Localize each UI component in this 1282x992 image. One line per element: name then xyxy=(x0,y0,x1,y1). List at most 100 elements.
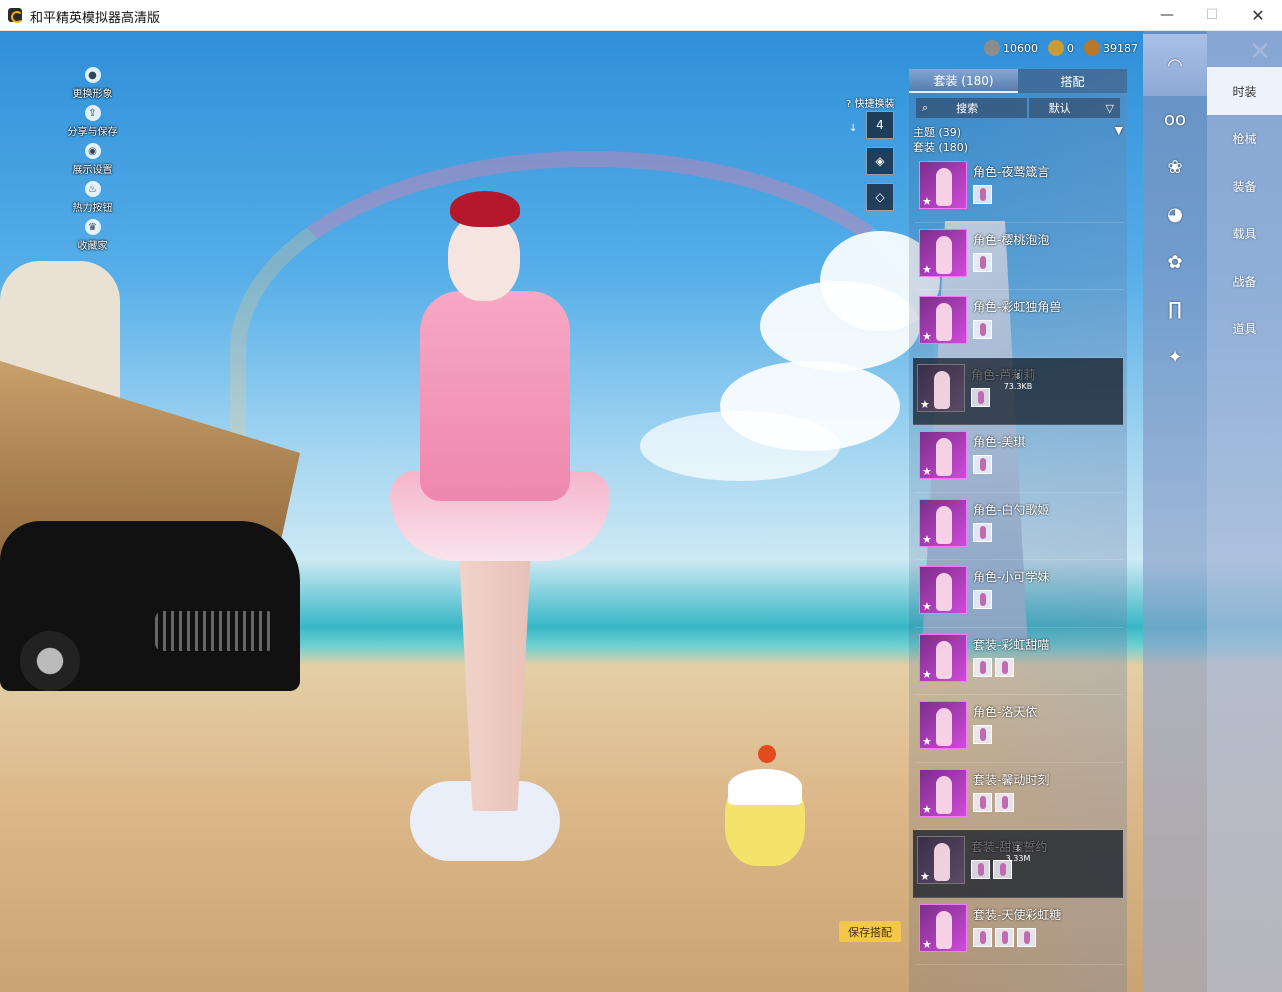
car-wheel-decor xyxy=(20,631,80,691)
quick-slot-emblem-button[interactable]: ◈ xyxy=(866,147,894,175)
necklace-icon: ❀ xyxy=(1167,156,1183,178)
star-icon: ★ xyxy=(922,600,932,613)
outfit-item[interactable]: ★ 角色-彩虹独角兽 xyxy=(915,290,1123,358)
minimize-button[interactable]: — xyxy=(1145,4,1189,26)
outfit-item[interactable]: ★ 角色-芦莉莉 ⇩ 73.3KB xyxy=(913,357,1123,425)
outfit-part-thumb[interactable] xyxy=(995,657,1014,677)
badge-icon: ♛ xyxy=(84,219,101,235)
outfit-item[interactable]: ★ 套装-彩虹甜喵 xyxy=(915,628,1123,695)
player-character[interactable] xyxy=(380,191,620,881)
outfit-item[interactable]: ★ 角色-小可学妹 xyxy=(915,560,1123,628)
outfit-part-thumb[interactable] xyxy=(1017,927,1036,947)
category-tab[interactable]: 装备 xyxy=(1207,163,1282,211)
outfit-part-thumb[interactable] xyxy=(973,185,992,204)
outfit-part-thumb[interactable] xyxy=(973,725,992,744)
slot-necklace-button[interactable]: ❀ xyxy=(1143,144,1207,192)
star-icon: ★ xyxy=(922,937,932,951)
outfit-part-thumb[interactable] xyxy=(973,522,992,542)
download-indicator[interactable]: ⇩ 73.3KB xyxy=(1003,372,1033,392)
quick-change-text: 快捷换装 xyxy=(854,99,895,110)
outfit-name: 套装-彩虹甜喵 xyxy=(973,637,1050,652)
outfit-part-thumb[interactable] xyxy=(973,927,992,947)
outfit-parts xyxy=(973,252,992,272)
outfit-item[interactable]: ★ 角色-白勺歌姬 xyxy=(915,493,1123,560)
outfit-name: 角色-夜莺箴言 xyxy=(973,165,1050,179)
outfit-parts xyxy=(973,657,1014,677)
category-tab[interactable]: 道具 xyxy=(1207,305,1282,353)
currency-value: 0 xyxy=(1067,41,1074,55)
share-icon: ⇪ xyxy=(84,105,101,121)
quick-change-label[interactable]: ? 快捷换装 xyxy=(846,95,895,110)
slot-glasses-button[interactable]: ᴏᴏ xyxy=(1143,96,1207,144)
person-icon: ● xyxy=(84,67,101,83)
maximize-button[interactable]: ☐ xyxy=(1190,4,1234,26)
chick-pet-cap xyxy=(728,769,802,805)
outfit-item[interactable]: ★ 角色-洛天依 xyxy=(915,695,1123,763)
menu-collector[interactable]: ♛ 收藏家 xyxy=(55,219,130,257)
outfit-item[interactable]: ★ 角色-樱桃泡泡 xyxy=(915,223,1123,290)
menu-label: 分享与保存 xyxy=(67,127,118,138)
star-icon: ★ xyxy=(922,465,932,478)
group-theme-header[interactable]: 主题 (39) ▼ xyxy=(909,122,1127,139)
window-titlebar: 和平精英模拟器高清版 — ☐ ✕ xyxy=(0,0,1282,31)
outfit-name: 角色-白勺歌姬 xyxy=(973,502,1050,517)
outfit-name: 套装-馨动时刻 xyxy=(973,772,1050,787)
slot-top-button[interactable]: ✿ xyxy=(1143,239,1207,287)
tab-suits[interactable]: 套装 (180) xyxy=(909,69,1018,93)
outfit-parts xyxy=(973,725,992,744)
slot-pants-button[interactable]: ∏ xyxy=(1143,286,1207,334)
outfit-name: 角色-彩虹独角兽 xyxy=(973,300,1062,314)
slot-shoes-button[interactable]: ✦ xyxy=(1143,334,1207,382)
sort-dropdown[interactable]: 默认 ▽ xyxy=(1028,98,1120,118)
star-icon: ★ xyxy=(922,735,932,748)
outfit-thumbnail: ★ xyxy=(919,903,967,952)
menu-heat-button[interactable]: ♨ 热力按钮 xyxy=(55,181,130,219)
outfit-part-thumb[interactable] xyxy=(973,320,992,339)
outfit-part-thumb[interactable] xyxy=(973,792,992,812)
download-size: 3.33M xyxy=(1005,854,1031,863)
menu-share-save[interactable]: ⇪ 分享与保存 xyxy=(55,105,130,143)
menu-label: 热力按钮 xyxy=(72,203,113,214)
car-grille-decor xyxy=(155,611,275,651)
outfit-item[interactable]: ★ 套装-甜蜜誓约 ⇩ 3.33M xyxy=(913,830,1123,898)
app-logo-icon xyxy=(8,8,23,23)
outfit-part-thumb[interactable] xyxy=(995,792,1014,812)
outfit-item[interactable]: ★ 角色-夜莺箴言 xyxy=(915,155,1123,223)
search-input[interactable]: ⌕ 搜索 xyxy=(916,98,1027,118)
slot-mask-button[interactable]: ◕ xyxy=(1143,191,1207,239)
category-tab[interactable]: 时装 xyxy=(1207,67,1282,115)
menu-label: 更换形象 xyxy=(72,89,113,100)
outfit-name: 角色-小可学妹 xyxy=(973,570,1050,584)
gold-ring-icon xyxy=(1048,40,1064,56)
outfit-part-thumb[interactable] xyxy=(973,455,992,474)
quick-slot-shirt-button[interactable]: 4 xyxy=(866,111,894,139)
tab-combos[interactable]: 搭配 xyxy=(1018,69,1127,93)
outfit-item[interactable]: ★ 套装-馨动时刻 xyxy=(915,763,1123,830)
outfit-part-thumb[interactable] xyxy=(971,387,990,407)
outfit-thumbnail: ★ xyxy=(919,768,967,817)
glasses-icon: ᴏᴏ xyxy=(1163,109,1187,131)
category-tab[interactable]: 枪械 xyxy=(1207,115,1282,163)
download-indicator[interactable]: ⇩ 3.33M xyxy=(1003,844,1033,864)
slot-hat-button[interactable]: ◠ xyxy=(1143,34,1207,96)
outfit-thumbnail: ★ xyxy=(919,296,967,344)
outfit-part-thumb[interactable] xyxy=(973,252,992,272)
outfit-part-thumb[interactable] xyxy=(973,657,992,677)
outfit-item[interactable]: ★ 角色-美琪 xyxy=(915,425,1123,493)
outfit-part-thumb[interactable] xyxy=(995,927,1014,947)
category-tab[interactable]: 载具 xyxy=(1207,210,1282,258)
outfit-item[interactable]: ★ 套装-天使彩虹糖 xyxy=(915,898,1123,965)
help-icon: ? xyxy=(846,99,852,110)
star-icon: ★ xyxy=(922,262,932,276)
outfit-part-thumb[interactable] xyxy=(971,860,990,879)
category-tab[interactable]: 战备 xyxy=(1207,258,1282,306)
outfit-part-thumb[interactable] xyxy=(973,590,992,609)
outfit-name: 角色-洛天依 xyxy=(973,705,1038,719)
chevron-down-icon: ▽ xyxy=(1105,101,1114,115)
close-window-button[interactable]: ✕ xyxy=(1236,4,1280,26)
save-combo-button[interactable]: 保存搭配 xyxy=(839,921,901,942)
quick-slot-diamond-button[interactable]: ◇ xyxy=(866,183,894,211)
outfit-parts xyxy=(973,455,992,474)
menu-display-settings[interactable]: ◉ 展示设置 xyxy=(55,143,130,181)
menu-change-appearance[interactable]: ● 更换形象 xyxy=(55,67,130,105)
